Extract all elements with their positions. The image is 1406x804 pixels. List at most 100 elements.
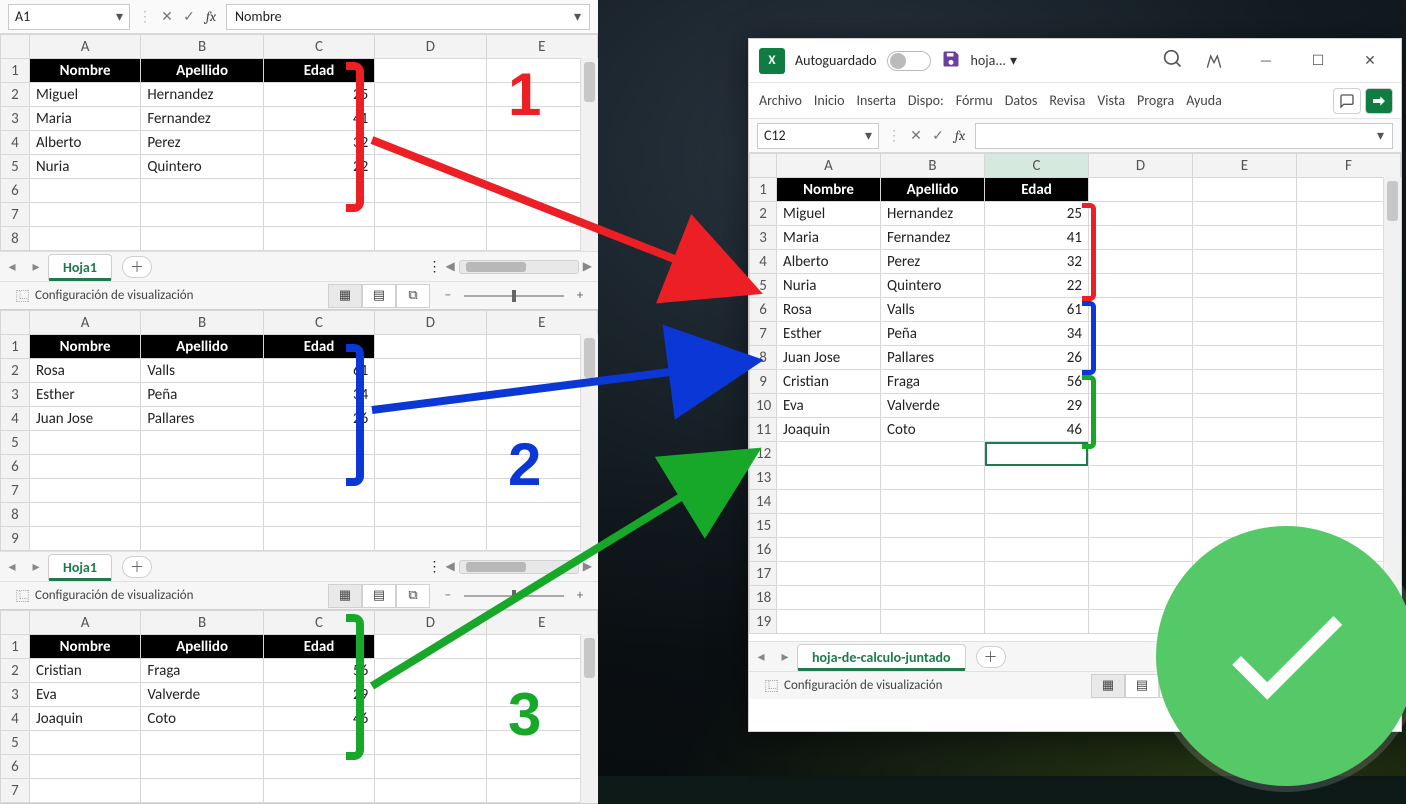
header-cell[interactable]: Edad	[985, 178, 1089, 202]
row-header[interactable]: 4	[1, 131, 30, 155]
cell[interactable]	[1088, 394, 1192, 418]
column-header[interactable]: E	[486, 311, 597, 335]
cell[interactable]	[263, 527, 374, 551]
cell[interactable]: Cristian	[29, 659, 140, 683]
scroll-left-icon[interactable]: ◀	[446, 559, 455, 574]
chevron-down-icon[interactable]: ▾	[116, 8, 123, 25]
sheet-tab-hoja1[interactable]: Hoja1	[48, 554, 112, 580]
row-header[interactable]: 7	[1, 203, 30, 227]
view-page-layout-button[interactable]: ▤	[362, 284, 396, 308]
cancel-icon[interactable]: ✕	[156, 8, 178, 25]
autosave-toggle[interactable]	[887, 51, 931, 71]
cell[interactable]	[141, 227, 264, 251]
cell[interactable]	[375, 527, 486, 551]
column-header[interactable]: E	[486, 611, 597, 635]
formula-input[interactable]: ▾	[975, 123, 1393, 149]
cell[interactable]: 25	[985, 202, 1089, 226]
cell[interactable]: Esther	[777, 322, 881, 346]
add-sheet-button[interactable]: ＋	[976, 646, 1006, 668]
cell[interactable]	[375, 659, 486, 683]
share-button[interactable]	[1365, 88, 1393, 114]
row-header[interactable]: 6	[1, 755, 30, 779]
cell[interactable]	[881, 514, 985, 538]
vertical-scrollbar[interactable]	[1383, 177, 1401, 641]
row-header[interactable]: 1	[1, 635, 30, 659]
row-header[interactable]: 7	[1, 779, 30, 803]
view-normal-button[interactable]: ▦	[328, 284, 362, 308]
column-header[interactable]: B	[141, 311, 264, 335]
cell[interactable]	[375, 383, 486, 407]
cell[interactable]	[1088, 418, 1192, 442]
header-cell[interactable]: Apellido	[141, 635, 264, 659]
add-sheet-button[interactable]: ＋	[122, 256, 152, 278]
chevron-down-icon[interactable]: ▾	[574, 8, 581, 25]
cell[interactable]: Joaquin	[29, 707, 140, 731]
cell[interactable]: Fernandez	[881, 226, 985, 250]
cell[interactable]	[1192, 298, 1296, 322]
header-cell[interactable]: Nombre	[777, 178, 881, 202]
cell[interactable]: Hernandez	[881, 202, 985, 226]
cell[interactable]	[375, 431, 486, 455]
ribbon-tab[interactable]: Inicio	[808, 83, 851, 118]
file-name[interactable]: hoja... ▾	[971, 52, 1017, 69]
cell[interactable]	[141, 755, 264, 779]
vertical-scrollbar[interactable]	[580, 634, 598, 803]
display-settings-button[interactable]: ⿺ Configuración de visualización	[765, 676, 943, 695]
row-header[interactable]: 2	[1, 359, 30, 383]
scroll-right-icon[interactable]: ▶	[583, 559, 592, 574]
column-header[interactable]: F	[1296, 154, 1400, 178]
cell[interactable]: 32	[985, 250, 1089, 274]
cell[interactable]	[985, 610, 1089, 634]
view-page-layout-button[interactable]: ▤	[1125, 674, 1159, 698]
cell[interactable]	[777, 538, 881, 562]
display-settings-button[interactable]: ⿺ Configuración de visualización	[16, 286, 194, 305]
row-header[interactable]: 3	[750, 226, 777, 250]
column-header[interactable]: A	[29, 611, 140, 635]
display-settings-button[interactable]: ⿺ Configuración de visualización	[16, 586, 194, 605]
row-header[interactable]: 10	[750, 394, 777, 418]
row-header[interactable]: 5	[1, 431, 30, 455]
row-header[interactable]: 1	[1, 59, 30, 83]
cell[interactable]	[141, 455, 264, 479]
cell[interactable]	[375, 83, 486, 107]
row-header[interactable]: 14	[750, 490, 777, 514]
cell[interactable]: 61	[985, 298, 1089, 322]
cell[interactable]	[777, 490, 881, 514]
cell[interactable]	[29, 479, 140, 503]
cell[interactable]	[1192, 202, 1296, 226]
cell[interactable]	[375, 755, 486, 779]
cell[interactable]: Fraga	[141, 659, 264, 683]
cell[interactable]	[881, 490, 985, 514]
cell[interactable]	[375, 59, 486, 83]
row-header[interactable]: 8	[1, 227, 30, 251]
cell[interactable]	[777, 514, 881, 538]
row-header[interactable]: 3	[1, 383, 30, 407]
scroll-left-icon[interactable]: ◀	[446, 259, 455, 274]
header-cell[interactable]: Nombre	[29, 335, 140, 359]
cell[interactable]	[1088, 442, 1192, 466]
zoom-out-button[interactable]: −	[440, 588, 456, 603]
row-header[interactable]: 4	[1, 407, 30, 431]
horizontal-scrollbar[interactable]	[459, 560, 579, 574]
tab-nav-next[interactable]: ▸	[24, 258, 48, 275]
cell[interactable]	[29, 203, 140, 227]
row-header[interactable]: 8	[1, 503, 30, 527]
cell[interactable]	[1192, 250, 1296, 274]
row-header[interactable]: 6	[1, 455, 30, 479]
cell[interactable]: Eva	[29, 683, 140, 707]
row-header[interactable]: 9	[750, 370, 777, 394]
ribbon-tab[interactable]: Dispo:	[902, 83, 950, 118]
cell[interactable]: Maria	[29, 107, 140, 131]
cell[interactable]	[375, 155, 486, 179]
row-header[interactable]: 2	[1, 83, 30, 107]
column-header[interactable]: D	[1088, 154, 1192, 178]
ribbon-tab[interactable]: Vista	[1091, 83, 1131, 118]
header-cell[interactable]: Apellido	[881, 178, 985, 202]
cell[interactable]	[375, 131, 486, 155]
cell[interactable]: Pallares	[881, 346, 985, 370]
row-header[interactable]: 2	[750, 202, 777, 226]
cell[interactable]: 41	[985, 226, 1089, 250]
row-header[interactable]: 13	[750, 466, 777, 490]
cell[interactable]	[1192, 274, 1296, 298]
cell[interactable]	[1192, 442, 1296, 466]
